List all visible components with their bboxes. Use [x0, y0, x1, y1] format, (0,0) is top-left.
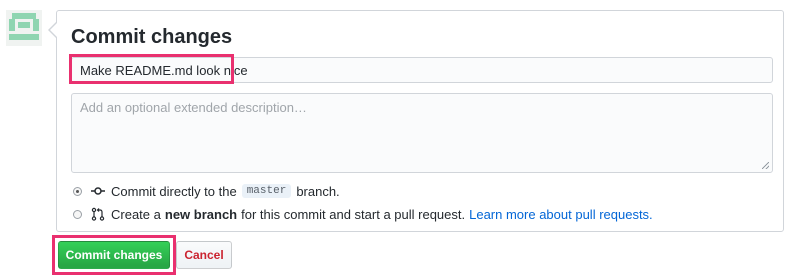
option-direct-prefix: Commit directly to the — [111, 183, 237, 199]
commit-form-page: Commit changes Add an optional extended … — [0, 0, 795, 277]
option-direct-suffix: branch. — [296, 183, 340, 199]
panel-title: Commit changes — [71, 26, 233, 48]
description-placeholder: Add an optional extended description… — [80, 100, 307, 115]
option-new-branch[interactable]: Create a new branch for this commit and … — [73, 206, 653, 222]
commit-changes-button[interactable]: Commit changes — [58, 241, 170, 269]
git-pull-request-icon — [91, 207, 105, 221]
commit-summary-input[interactable] — [71, 57, 773, 83]
branch-name: master — [241, 184, 292, 198]
avatar — [6, 10, 42, 46]
option-new-bold: new branch — [164, 206, 238, 222]
radio-new-branch[interactable] — [73, 209, 82, 219]
commit-description-textarea[interactable]: Add an optional extended description… — [71, 93, 773, 173]
option-new-prefix: Create a — [111, 206, 161, 222]
cancel-button[interactable]: Cancel — [176, 241, 232, 269]
commit-panel: Commit changes Add an optional extended … — [48, 10, 784, 232]
learn-more-link[interactable]: Learn more about pull requests. — [469, 207, 653, 222]
git-commit-icon — [91, 184, 105, 198]
resize-grip-icon[interactable] — [762, 162, 769, 169]
radio-commit-direct[interactable] — [73, 186, 82, 196]
option-commit-direct[interactable]: Commit directly to the master branch. — [73, 183, 340, 199]
option-new-suffix: for this commit and start a pull request… — [241, 206, 466, 222]
